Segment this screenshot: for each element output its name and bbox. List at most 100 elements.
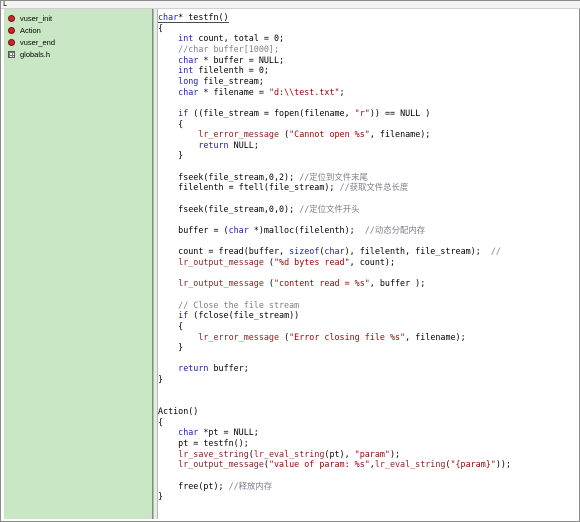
- code-token: "param": [354, 448, 390, 459]
- code-line: char *pt = NULL;: [158, 427, 259, 437]
- code-line: if (fclose(file_stream)): [158, 310, 299, 320]
- code-token: char: [178, 86, 199, 97]
- window-top-bar: L: [1, 1, 580, 9]
- tree-item-vuser-init[interactable]: vuser_init: [8, 12, 52, 24]
- tree-item-label: Action: [20, 25, 41, 35]
- code-token: lr_eval_string: [374, 459, 446, 470]
- action-tree-panel: vuser_init Action vuser_end globals.h: [4, 9, 153, 519]
- code-line: }: [158, 150, 183, 160]
- code-token: ));: [495, 459, 511, 470]
- code-token: sizeof: [289, 246, 320, 257]
- code-token: pt = testfn();: [158, 438, 249, 448]
- code-token: fseek(file_stream,0,2);: [158, 171, 300, 182]
- code-token: (: [279, 129, 290, 140]
- code-token: if: [178, 107, 189, 118]
- code-token: {: [158, 416, 164, 427]
- tree-item-label: globals.h: [20, 49, 51, 59]
- code-line: }: [158, 374, 163, 384]
- code-token: filelenth = ftell(file_stream);: [158, 182, 340, 193]
- code-token: , filename);: [405, 331, 466, 342]
- code-line: filelenth = ftell(file_stream); //获取文件总长…: [158, 182, 408, 192]
- code-token: }: [158, 374, 164, 385]
- code-line: lr_error_message ("Error closing file %s…: [158, 331, 466, 342]
- code-token: * testfn(): [178, 12, 229, 22]
- code-token: }: [158, 150, 184, 161]
- code-token: (: [263, 256, 274, 267]
- tree-item-globals-h[interactable]: globals.h: [8, 48, 50, 60]
- code-token: lr_error_message: [198, 129, 280, 140]
- red-action-icon: [8, 26, 15, 34]
- code-line: if ((file_stream = fopen(filename, "r"))…: [158, 108, 430, 118]
- code-line: char * filename = "d:\\test.txt";: [158, 86, 345, 97]
- code-token: lr_save_string: [178, 448, 249, 459]
- code-token: {: [158, 118, 184, 129]
- code-line: //char buffer[1000];: [158, 44, 279, 54]
- tree-item-label: vuser_init: [20, 13, 53, 23]
- code-token: (: [279, 331, 290, 342]
- code-token: {: [158, 320, 184, 331]
- code-token: return: [178, 363, 209, 374]
- code-line: lr_error_message ("Cannot open %s", file…: [158, 129, 430, 139]
- code-token: (fclose(file_stream)): [188, 310, 300, 321]
- code-token: lr_output_message: [178, 459, 264, 470]
- code-token: ;: [339, 86, 345, 97]
- code-line: {: [158, 417, 163, 427]
- code-token: "content read = %s": [273, 278, 370, 289]
- code-token: * buffer = NULL;: [198, 54, 285, 65]
- tree-item-vuser-end[interactable]: vuser_end: [8, 36, 55, 48]
- code-token: buffer;: [208, 363, 249, 374]
- code-token: Action(): [158, 406, 199, 417]
- code-line: {: [158, 119, 183, 129]
- code-token: char: [178, 427, 199, 438]
- code-token: *)malloc(filelenth);: [248, 225, 365, 235]
- code-line: {: [158, 23, 163, 33]
- code-token: //获取文件总长度: [339, 182, 409, 193]
- code-token: ), filelenth, file_stream);: [344, 246, 491, 257]
- red-action-icon: [8, 38, 15, 46]
- code-token: "d:\\test.txt": [268, 86, 340, 97]
- code-line: int count, total = 0;: [158, 33, 284, 43]
- code-token: return: [198, 139, 229, 150]
- tree-item-action[interactable]: Action: [8, 24, 41, 36]
- code-token: }: [158, 491, 164, 502]
- code-line: buffer = (char *)malloc(filelenth); //动态…: [158, 225, 425, 235]
- code-line: char * buffer = NULL;: [158, 55, 284, 65]
- code-line: Action(): [158, 406, 198, 416]
- code-editor[interactable]: char * testfn() { int count, total = 0; //…: [158, 9, 578, 519]
- code-token: }: [158, 342, 184, 353]
- code-token: "Error closing file %s": [289, 331, 406, 342]
- code-line: count = fread(buffer, sizeof(char), file…: [158, 246, 501, 256]
- code-token: "value of param: %s": [268, 459, 370, 470]
- code-token: file_stream;: [198, 75, 264, 86]
- code-token: , count);: [349, 256, 396, 267]
- code-line: {: [158, 321, 183, 331]
- code-token: lr_output_message: [178, 278, 264, 289]
- code-token: NULL;: [228, 139, 259, 150]
- code-token: //动态分配内存: [364, 225, 426, 235]
- code-token: // Close the file stream: [178, 299, 300, 310]
- code-line: lr_save_string(lr_eval_string(pt), "para…: [158, 449, 400, 459]
- code-token: , buffer );: [369, 278, 426, 289]
- code-token: )) == NULL ): [369, 107, 431, 118]
- code-token: , filename);: [369, 129, 431, 140]
- code-line: pt = testfn();: [158, 438, 249, 448]
- code-token: lr_error_message: [198, 331, 280, 342]
- script-editor-window: L vuser_init Action vuser_end globals.h …: [0, 0, 580, 522]
- code-line: fseek(file_stream,0,2); //定位到文件末尾: [158, 172, 368, 182]
- code-token: *pt = NULL;: [198, 427, 259, 438]
- code-token: long: [178, 75, 199, 86]
- code-token: "{param}": [450, 459, 496, 470]
- code-token: * filename =: [198, 86, 269, 97]
- code-token: //char buffer[1000];: [178, 43, 280, 54]
- code-token: if: [178, 310, 189, 321]
- code-token: {: [158, 22, 164, 33]
